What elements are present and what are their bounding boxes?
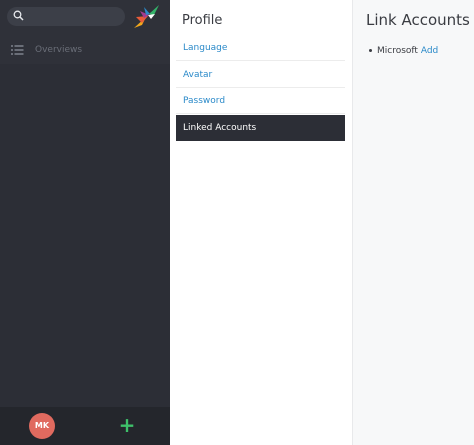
nav-item-label: Overviews <box>35 45 83 55</box>
search-input[interactable] <box>29 9 119 24</box>
app-logo-icon[interactable] <box>132 3 160 29</box>
profile-title: Profile <box>182 13 223 28</box>
profile-panel: Profile Language Avatar Password Linked … <box>170 0 352 445</box>
linked-accounts-panel: Link Accounts Microsoft Add <box>352 0 474 445</box>
nav-item-overviews[interactable]: Overviews <box>0 38 170 64</box>
add-account-link[interactable]: Add <box>421 46 438 56</box>
profile-menu-language[interactable]: Language <box>176 35 345 61</box>
menu-item-label: Language <box>183 43 228 53</box>
avatar[interactable]: MK <box>29 413 55 439</box>
menu-item-label: Avatar <box>183 70 213 80</box>
profile-menu-linked-accounts[interactable]: Linked Accounts <box>176 115 345 141</box>
profile-menu-avatar[interactable]: Avatar <box>176 62 345 88</box>
menu-item-label: Password <box>183 96 226 106</box>
account-name: Microsoft <box>377 46 418 56</box>
account-item-microsoft: Microsoft Add <box>369 45 438 57</box>
sidebar-footer: MK + <box>0 407 170 445</box>
search-box[interactable] <box>7 7 125 26</box>
search-icon <box>13 10 24 21</box>
menu-item-label: Linked Accounts <box>183 123 257 133</box>
sidebar-header: Overviews <box>0 0 170 64</box>
list-icon <box>11 45 24 55</box>
profile-menu-password[interactable]: Password <box>176 88 345 114</box>
bullet-icon <box>369 49 372 52</box>
linked-accounts-title: Link Accounts <box>366 11 470 29</box>
sidebar: Overviews MK + <box>0 0 170 445</box>
add-button[interactable]: + <box>117 415 137 435</box>
